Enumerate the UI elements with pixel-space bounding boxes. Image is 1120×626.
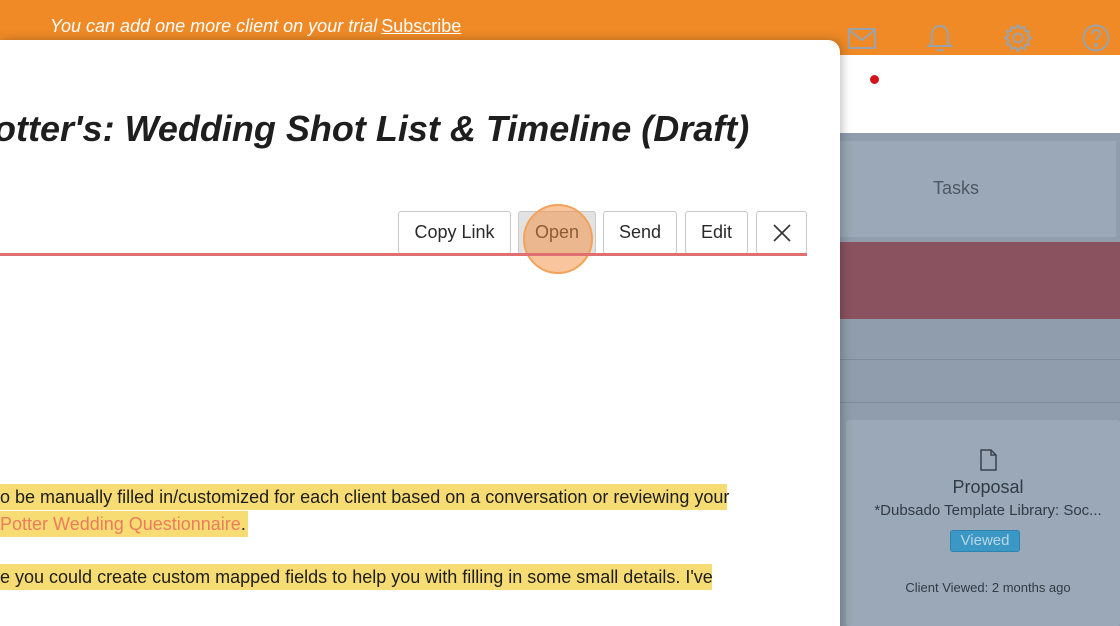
status-banner (820, 242, 1120, 319)
questionnaire-link[interactable]: Potter Wedding Questionnaire (0, 514, 241, 534)
card-title: Proposal (952, 477, 1024, 497)
card-footer: Client Viewed: 2 months ago (905, 580, 1071, 595)
subscribe-link[interactable]: Subscribe (381, 16, 461, 36)
mail-icon[interactable] (846, 22, 878, 54)
close-icon (772, 223, 791, 242)
divider (820, 402, 1120, 403)
document-modal: otter's: Wedding Shot List & Timeline (D… (0, 40, 840, 626)
page-title: otter's: Wedding Shot List & Timeline (D… (0, 108, 750, 149)
gear-icon[interactable] (1002, 22, 1034, 54)
open-button[interactable]: Open (518, 211, 596, 254)
mail-badge (869, 74, 880, 85)
trial-message-text: You can add one more client on your tria… (50, 16, 378, 36)
body-line-3: e you could create custom mapped fields … (0, 564, 713, 590)
trial-message: You can add one more client on your tria… (50, 16, 461, 37)
status-badge: Viewed (950, 530, 1020, 552)
tab-tasks-label: Tasks (933, 178, 980, 198)
edit-button[interactable]: Edit (685, 211, 748, 254)
send-button[interactable]: Send (603, 211, 677, 254)
header-divider (0, 253, 807, 256)
document-icon (979, 449, 997, 471)
divider (820, 359, 1120, 360)
copy-link-button[interactable]: Copy Link (398, 211, 511, 254)
close-button[interactable] (756, 211, 807, 254)
card-subtitle: *Dubsado Template Library: Soc... (874, 502, 1102, 519)
top-nav-bar (820, 55, 1120, 133)
body-line-2-end: . (240, 514, 246, 534)
body-line-1: o be manually filled in/customized for e… (0, 484, 729, 510)
help-icon[interactable] (1080, 22, 1112, 54)
body-line-2: Potter Wedding Questionnaire. (0, 511, 248, 537)
bell-icon[interactable] (924, 22, 956, 54)
